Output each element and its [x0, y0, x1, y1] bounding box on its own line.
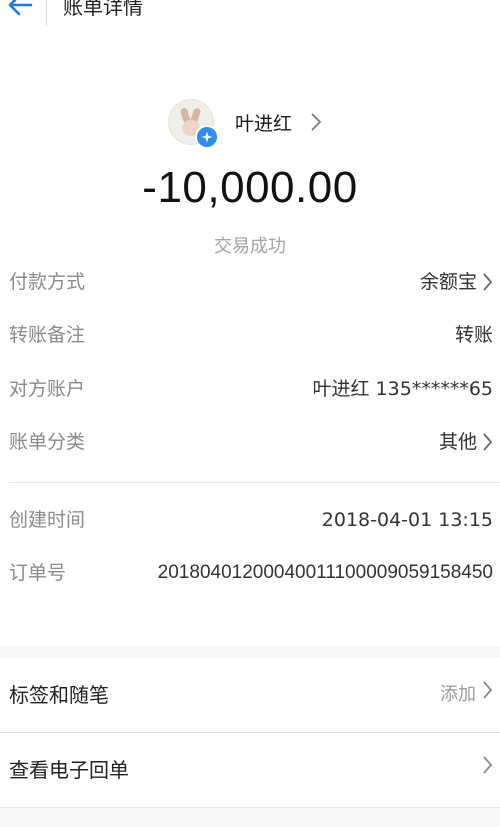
chevron-right-icon — [482, 755, 493, 785]
section-divider — [9, 482, 500, 483]
payment-method-label: 付款方式 — [9, 271, 86, 293]
add-hint: 添加 — [440, 684, 476, 705]
transfer-note-row: 转账备注 转账 — [0, 320, 500, 350]
amount: -10,000.00 — [142, 163, 358, 212]
created-time-label: 创建时间 — [9, 509, 86, 531]
payment-method-value: 余额宝 — [419, 271, 477, 293]
order-number-value: 20180401200040011100009059158450 — [157, 562, 493, 583]
chevron-right-icon — [482, 272, 493, 292]
category-value: 其他 — [438, 431, 477, 453]
chevron-right-icon — [310, 112, 322, 132]
bill-detail-card: 叶进红 -10,000.00 交易成功 付款方式 余额宝 转账备注 转账 对方账… — [0, 42, 500, 646]
created-time-row: 创建时间 2018-04-01 13:15 — [0, 505, 500, 535]
transfer-note-label: 转账备注 — [9, 324, 86, 346]
verified-badge-icon — [195, 125, 219, 149]
payment-method-row[interactable]: 付款方式 余额宝 — [0, 267, 500, 297]
created-time-value: 2018-04-01 13:15 — [321, 509, 493, 531]
chevron-right-icon — [482, 680, 493, 710]
order-number-row: 订单号 20180401200040011100009059158450 — [0, 558, 500, 620]
payee-name: 叶进红 — [235, 112, 293, 135]
category-label: 账单分类 — [9, 431, 86, 453]
transaction-status: 交易成功 — [214, 236, 286, 257]
transfer-note-value: 转账 — [454, 324, 493, 346]
chevron-right-icon — [482, 432, 493, 452]
page-title: 账单详情 — [63, 0, 143, 19]
order-number-label: 订单号 — [9, 562, 67, 584]
view-e-receipt-label: 查看电子回单 — [9, 758, 129, 782]
header-divider — [46, 0, 47, 26]
tags-and-notes-label: 标签和随笔 — [9, 683, 109, 707]
tags-and-notes-row[interactable]: 标签和随笔 添加 — [0, 658, 500, 733]
view-e-receipt-row[interactable]: 查看电子回单 — [0, 733, 500, 808]
back-arrow-icon — [8, 0, 33, 16]
payee-link[interactable]: 叶进红 — [168, 96, 322, 149]
counterparty-row: 对方账户 叶进红 135******65 — [0, 374, 500, 404]
counterparty-value: 叶进红 135******65 — [312, 378, 493, 400]
counterparty-label: 对方账户 — [9, 378, 86, 400]
back-button[interactable] — [0, 0, 40, 30]
avatar — [168, 99, 219, 149]
top-bar: 账单详情 — [0, 0, 500, 43]
category-row[interactable]: 账单分类 其他 — [0, 427, 500, 457]
